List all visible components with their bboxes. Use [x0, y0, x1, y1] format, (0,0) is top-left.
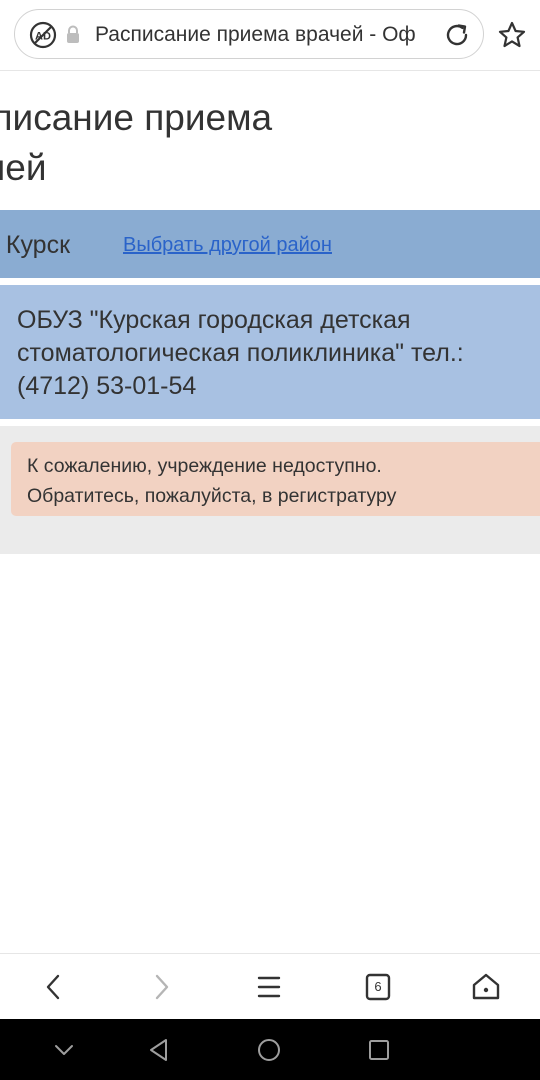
system-nav-bar	[0, 1019, 540, 1080]
clinic-info-box: ОБУЗ "Курская городская детская стоматол…	[0, 285, 540, 419]
address-bar[interactable]: AD Расписание приема врачей - Оф	[14, 9, 484, 59]
tabs-button[interactable]: 6	[361, 970, 395, 1004]
page-url-title[interactable]: Расписание приема врачей - Оф	[95, 22, 435, 48]
system-back-icon[interactable]	[146, 1037, 172, 1063]
lock-icon	[67, 25, 79, 43]
clinic-name: ОБУЗ "Курская городская детская стоматол…	[17, 306, 464, 400]
notice-area: К сожалению, учреждение недоступно. Обра…	[0, 426, 540, 554]
region-name: . Курск	[0, 231, 71, 259]
change-region-link[interactable]: Выбрать другой район	[123, 232, 332, 258]
back-arrow-icon[interactable]	[37, 970, 71, 1004]
browser-bottom-nav: 6	[0, 953, 540, 1020]
system-home-icon[interactable]	[256, 1037, 282, 1063]
adblock-icon[interactable]: AD	[29, 21, 57, 49]
region-bar: . Курск Выбрать другой район	[0, 210, 540, 278]
page-title: списание приема чей	[0, 96, 540, 196]
reload-icon[interactable]	[443, 21, 471, 49]
system-recent-icon[interactable]	[366, 1037, 392, 1063]
alert-line-1: К сожалению, учреждение недоступно.	[27, 455, 382, 477]
page-title-line-2: чей	[0, 147, 47, 188]
collapse-chevron-icon[interactable]	[51, 1037, 77, 1063]
page-title-line-1: списание приема	[0, 97, 273, 138]
browser-toolbar: AD Расписание приема врачей - Оф	[0, 0, 540, 71]
menu-icon[interactable]	[252, 970, 286, 1004]
star-icon[interactable]	[497, 20, 527, 50]
alert-line-2: Обратитесь, пожалуйста, в регистратуру	[27, 485, 397, 507]
unavailable-alert: К сожалению, учреждение недоступно. Обра…	[11, 442, 540, 516]
tab-count: 6	[374, 979, 382, 994]
home-icon[interactable]	[469, 970, 503, 1004]
forward-arrow-icon[interactable]	[144, 970, 178, 1004]
